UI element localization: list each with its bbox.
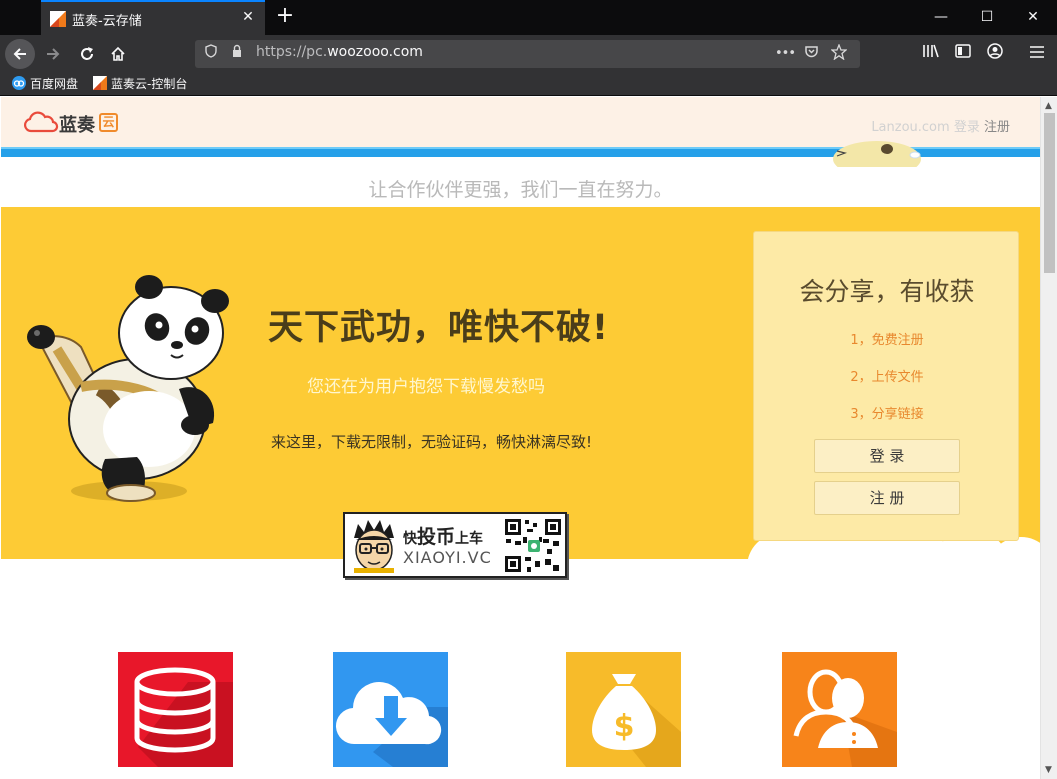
money-bag-icon: $ xyxy=(592,674,681,767)
baidu-pan-icon xyxy=(12,76,26,90)
svg-text:$: $ xyxy=(614,709,635,744)
slogan-text: 让合作伙伴更强，我们一直在努力。 xyxy=(368,179,673,201)
library-icon[interactable] xyxy=(920,43,942,65)
hero-description: 来这里，下载无限制，无验证码，畅快淋漓尽致! xyxy=(271,433,593,451)
feature-storage-tile xyxy=(118,652,233,767)
watermark-promo: 快投币上车 XIAOYI.VC xyxy=(343,512,567,578)
bookmark-star-icon[interactable] xyxy=(829,43,849,64)
feature-download-tile xyxy=(333,652,448,767)
arrow-right-icon xyxy=(47,48,60,60)
new-tab-button[interactable]: + xyxy=(272,3,298,29)
bookmarks-toolbar: 百度网盘 蓝奏云-控制台 xyxy=(0,72,1057,96)
tab-strip: 蓝奏-云存储 ✕ + — ☐ ✕ xyxy=(0,0,1057,35)
sidebar-icon[interactable] xyxy=(952,43,974,65)
url-text[interactable]: https://pc.woozooo.com xyxy=(256,44,423,60)
hero-subtitle: 您还在为用户抱怨下载慢发愁吗 xyxy=(307,377,545,397)
account-icon[interactable] xyxy=(984,43,1006,65)
home-icon xyxy=(111,46,125,61)
database-icon xyxy=(134,667,233,767)
page-scrollbar[interactable]: ▲ ▼ xyxy=(1040,97,1057,779)
arrow-left-icon xyxy=(13,48,26,60)
forward-button[interactable] xyxy=(38,39,68,69)
mascot-peek-illustration xyxy=(833,141,921,167)
tab-title: 蓝奏-云存储 xyxy=(72,14,142,29)
feature-users-tile xyxy=(782,652,897,767)
lock-icon[interactable] xyxy=(227,44,247,64)
navigation-toolbar: https://pc.woozooo.com ••• xyxy=(0,35,1057,72)
page-actions-icon[interactable]: ••• xyxy=(775,44,796,64)
window-maximize-button[interactable]: ☐ xyxy=(964,0,1010,35)
hero-title: 天下武功，唯快不破! xyxy=(268,308,609,348)
header-login-link[interactable]: 登录 xyxy=(954,120,980,135)
lanzou-favicon-icon xyxy=(50,11,66,27)
pocket-icon[interactable] xyxy=(801,44,821,64)
reload-button[interactable] xyxy=(72,39,102,69)
window-close-button[interactable]: ✕ xyxy=(1010,0,1056,35)
lanzou-favicon-icon xyxy=(93,76,107,90)
logo-text: 蓝奏 xyxy=(59,115,95,136)
card-step-3: 3，分享链接 xyxy=(850,407,924,422)
logo-badge: 云 xyxy=(99,113,118,132)
header-register-link[interactable]: 注册 xyxy=(984,120,1010,135)
page-viewport: 蓝奏 云 Lanzou.com 登录 注册 让合作伙伴更强，我们一直在努力。 天… xyxy=(1,97,1040,779)
tab-close-icon[interactable]: ✕ xyxy=(239,8,257,26)
promo-line-2: XIAOYI.VC xyxy=(403,548,492,567)
register-button[interactable]: 注 册 xyxy=(814,481,960,515)
bookmark-lanzou-console[interactable]: 蓝奏云-控制台 xyxy=(93,76,187,93)
feature-earn-tile: $ xyxy=(566,652,681,767)
browser-tab[interactable]: 蓝奏-云存储 ✕ xyxy=(41,0,265,35)
card-step-2: 2，上传文件 xyxy=(850,370,924,385)
back-button[interactable] xyxy=(5,39,35,69)
qr-code-icon xyxy=(503,517,563,574)
signup-card: 会分享，有收获 1，免费注册 2，上传文件 3，分享链接 登 录 注 册 xyxy=(753,231,1019,541)
header-links: Lanzou.com 登录 注册 xyxy=(871,116,1010,135)
kungfu-panda-illustration xyxy=(27,275,229,502)
bookmark-baidu-pan[interactable]: 百度网盘 xyxy=(12,76,78,93)
scroll-up-icon[interactable]: ▲ xyxy=(1045,101,1052,111)
card-step-1: 1，免费注册 xyxy=(850,333,924,348)
cloud-download-icon xyxy=(335,682,448,767)
menu-hamburger-icon[interactable] xyxy=(1026,43,1048,65)
header-domain-text: Lanzou.com xyxy=(871,120,950,135)
cartoon-avatar-icon xyxy=(354,520,394,573)
cloud-logo-icon xyxy=(24,111,59,133)
reload-icon xyxy=(81,47,93,60)
scrollbar-thumb[interactable] xyxy=(1044,113,1055,273)
window-minimize-button[interactable]: — xyxy=(918,0,964,35)
login-button[interactable]: 登 录 xyxy=(814,439,960,473)
promo-line-1: 快投币上车 xyxy=(403,526,484,548)
card-title: 会分享，有收获 xyxy=(799,277,975,306)
scroll-down-icon[interactable]: ▼ xyxy=(1045,765,1052,775)
users-icon xyxy=(793,669,897,767)
home-button[interactable] xyxy=(103,39,133,69)
tracking-shield-icon[interactable] xyxy=(201,44,221,64)
url-bar[interactable]: https://pc.woozooo.com ••• xyxy=(195,40,860,68)
